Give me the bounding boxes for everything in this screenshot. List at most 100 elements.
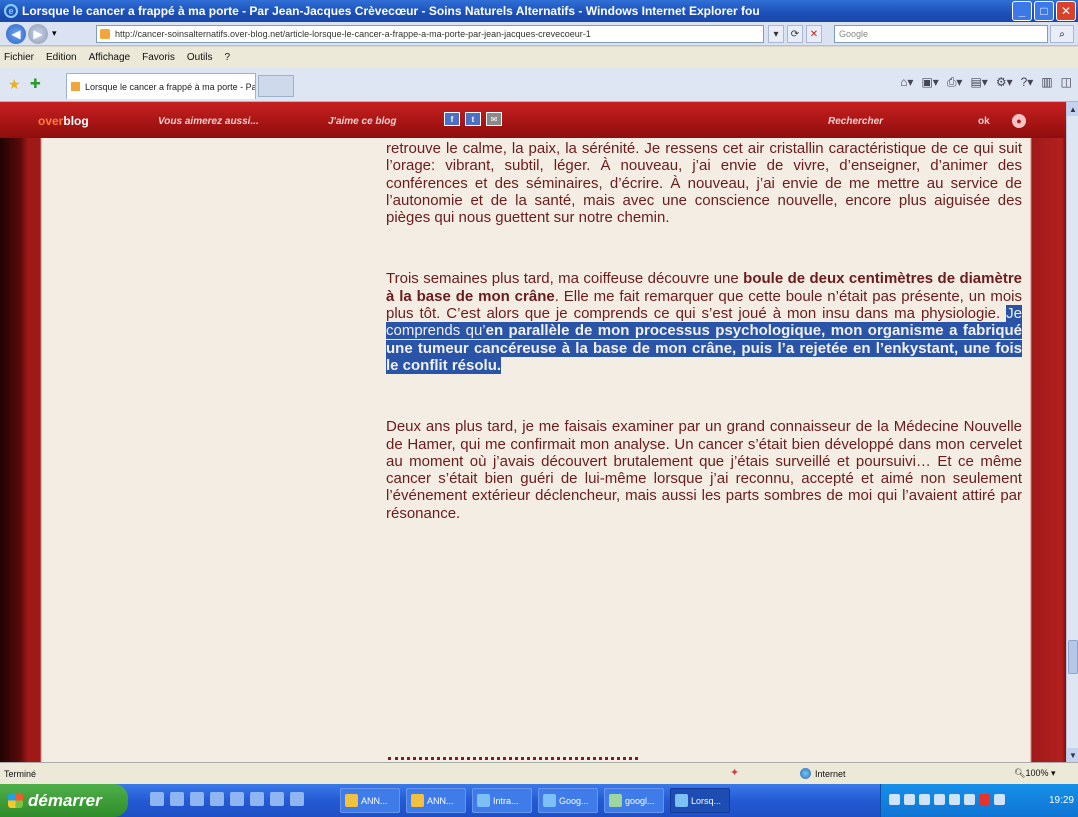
task-label: ANN... (361, 795, 388, 806)
menu-help[interactable]: ? (224, 52, 230, 63)
status-bar: Terminé ✦ Internet 🔍︎100% ▾ (0, 762, 1078, 784)
zoom-icon: 🔍︎ (1014, 768, 1026, 778)
task-button-googl[interactable]: googl... (604, 788, 664, 813)
task-button-lorsq[interactable]: Lorsq... (670, 788, 730, 813)
menu-favoris[interactable]: Favoris (142, 52, 175, 63)
minimize-button[interactable]: _ (1012, 1, 1032, 21)
quicklaunch-icon[interactable] (170, 792, 184, 806)
search-button[interactable]: ⌕ (1050, 25, 1074, 43)
paragraph-3: Deux ans plus tard, je me faisais examin… (386, 418, 1022, 522)
home-icon[interactable]: ⌂▾ (900, 75, 913, 90)
quick-launch (150, 792, 304, 806)
menu-affichage[interactable]: Affichage (89, 52, 131, 63)
tab-bar: ★ ✚ Lorsque le cancer a frappé à ma port… (0, 67, 1078, 102)
folder-icon (345, 794, 358, 807)
security-zone[interactable]: Internet (800, 768, 846, 779)
facebook-icon[interactable]: f (444, 112, 460, 126)
tray-icon[interactable] (919, 794, 930, 805)
tray-icon[interactable] (994, 794, 1005, 805)
start-label: démarrer (28, 790, 102, 810)
tools-menu-icon[interactable]: ⚙▾ (996, 75, 1013, 90)
scroll-up-icon[interactable]: ▲ (1067, 102, 1078, 116)
vous-aimerez-link[interactable]: Vous aimerez aussi... (158, 116, 259, 127)
email-icon[interactable]: ✉ (486, 112, 502, 126)
taskbar: démarrer ANN... ANN... Intra... Goog... … (0, 784, 1078, 817)
zoom-value: 100% (1025, 768, 1049, 778)
p2-text-a: Trois semaines plus tard, ma coiffeuse d… (386, 270, 744, 288)
favorites-star-icon[interactable]: ★ (8, 76, 21, 93)
twitter-icon[interactable]: t (465, 112, 481, 126)
task-label: Lorsq... (691, 795, 722, 806)
task-label: Goog... (559, 795, 589, 806)
task-button-intra[interactable]: Intra... (472, 788, 532, 813)
menu-outils[interactable]: Outils (187, 52, 213, 63)
menu-bar: Fichier Edition Affichage Favoris Outils… (0, 47, 1078, 67)
history-dropdown-icon[interactable]: ▾ (52, 28, 57, 39)
command-bar: ⌂▾ ▣▾ ⎙▾ ▤▾ ⚙▾ ?▾ ▥ ◫ (900, 75, 1072, 90)
tab-label: Lorsque le cancer a frappé à ma porte - … (85, 81, 255, 92)
address-tools: ▾ ⟳ ✕ (768, 25, 822, 43)
quicklaunch-icon[interactable] (210, 792, 224, 806)
tray-icons (889, 794, 1005, 805)
tray-icon[interactable] (934, 794, 945, 805)
menu-edition[interactable]: Edition (46, 52, 77, 63)
messenger-icon[interactable]: ◫ (1061, 75, 1072, 90)
search-link[interactable]: Rechercher (828, 116, 883, 127)
close-toolbar-icon[interactable]: ● (1012, 114, 1026, 128)
quicklaunch-icon[interactable] (250, 792, 264, 806)
vertical-scrollbar[interactable]: ▲ ▼ (1066, 102, 1078, 762)
ok-button[interactable]: ok (978, 116, 990, 127)
scroll-thumb[interactable] (1068, 640, 1078, 674)
globe-icon (800, 768, 811, 779)
quicklaunch-icon[interactable] (270, 792, 284, 806)
zoom-level[interactable]: 🔍︎100% ▾ (1014, 768, 1056, 779)
task-button-goog[interactable]: Goog... (538, 788, 598, 813)
research-icon[interactable]: ▥ (1041, 75, 1052, 90)
stop-button[interactable]: ✕ (806, 25, 822, 43)
tray-icon[interactable] (949, 794, 960, 805)
task-button-ann-2[interactable]: ANN... (406, 788, 466, 813)
task-label: ANN... (427, 795, 454, 806)
task-list: ANN... ANN... Intra... Goog... googl... … (340, 788, 730, 813)
close-button[interactable]: ✕ (1056, 1, 1076, 21)
quicklaunch-icon[interactable] (150, 792, 164, 806)
windows-flag-icon (8, 793, 23, 808)
tab-active[interactable]: Lorsque le cancer a frappé à ma porte - … (66, 73, 256, 99)
url-dropdown-button[interactable]: ▾ (768, 25, 784, 43)
url-input[interactable]: http://cancer-soinsalternatifs.over-blog… (96, 25, 764, 43)
overblog-toolbar: overblog Vous aimerez aussi... J'aime ce… (0, 102, 1066, 138)
page-menu-icon[interactable]: ▤▾ (970, 75, 987, 90)
status-text: Terminé (4, 769, 37, 779)
scroll-down-icon[interactable]: ▼ (1067, 748, 1078, 762)
menu-fichier[interactable]: Fichier (4, 52, 34, 63)
ie-logo-icon: e (4, 4, 18, 18)
quicklaunch-icon[interactable] (290, 792, 304, 806)
feeds-icon[interactable]: ▣▾ (921, 75, 938, 90)
back-button[interactable]: ◀ (6, 23, 26, 44)
ie-icon (543, 794, 556, 807)
quicklaunch-icon[interactable] (190, 792, 204, 806)
new-tab-button[interactable] (258, 75, 294, 97)
maximize-button[interactable]: □ (1034, 1, 1054, 21)
tray-icon[interactable] (889, 794, 900, 805)
security-icon: ✦ (730, 767, 740, 779)
start-button[interactable]: démarrer (0, 784, 128, 817)
ie-icon (675, 794, 688, 807)
add-favorite-icon[interactable]: ✚ (30, 76, 41, 92)
tray-icon[interactable] (904, 794, 915, 805)
jaime-blog-link[interactable]: J'aime ce blog (328, 116, 397, 127)
forward-button[interactable]: ▶ (28, 23, 48, 44)
folder-icon (411, 794, 424, 807)
search-input[interactable]: Google (834, 25, 1048, 43)
tray-icon[interactable] (979, 794, 990, 805)
app-icon (609, 794, 622, 807)
task-button-ann-1[interactable]: ANN... (340, 788, 400, 813)
logo-suffix: blog (63, 114, 89, 128)
overblog-logo[interactable]: overblog (38, 114, 89, 128)
print-icon[interactable]: ⎙▾ (947, 75, 963, 90)
tray-icon[interactable] (964, 794, 975, 805)
clock: 19:29 (1048, 795, 1074, 806)
refresh-button[interactable]: ⟳ (787, 25, 803, 43)
help-menu-icon[interactable]: ?▾ (1021, 75, 1034, 90)
quicklaunch-icon[interactable] (230, 792, 244, 806)
